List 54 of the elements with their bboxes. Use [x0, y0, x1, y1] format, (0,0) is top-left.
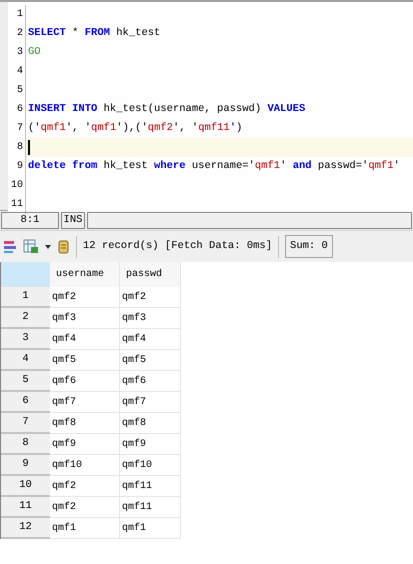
table-cell: qmf10	[120, 455, 181, 476]
insert-mode-indicator: INS	[61, 212, 85, 229]
line-number: 8	[8, 138, 26, 157]
column-header: passwd	[120, 262, 181, 287]
column-header: username	[50, 262, 120, 287]
text-cursor	[28, 140, 30, 155]
row-header: 11	[1, 497, 50, 518]
script-icon[interactable]	[57, 240, 70, 254]
row-header: 12	[1, 518, 50, 539]
row-header: 10	[1, 476, 50, 497]
dropdown-caret-icon[interactable]	[45, 244, 51, 248]
table-cell: qmf5	[120, 350, 181, 371]
table-cell: qmf10	[50, 455, 120, 476]
table-cell: qmf1	[50, 518, 120, 539]
table-cell: qmf2	[50, 287, 120, 308]
table-cell: qmf5	[50, 350, 120, 371]
table-cell: qmf8	[120, 413, 181, 434]
sum-indicator: Sum: 0	[285, 234, 333, 258]
grid-layout-icon[interactable]	[3, 240, 17, 254]
row-header: 6	[1, 392, 50, 413]
table-cell: qmf9	[120, 434, 181, 455]
table-cell: qmf8	[50, 413, 120, 434]
table-cell: qmf3	[120, 308, 181, 329]
table-cell: qmf4	[120, 329, 181, 350]
row-header: 4	[1, 350, 50, 371]
row-header: 3	[1, 329, 50, 350]
table-cell: qmf2	[50, 497, 120, 518]
row-header: 9	[1, 455, 50, 476]
table-cell: qmf2	[120, 287, 181, 308]
row-header: 2	[1, 308, 50, 329]
table-cell: qmf11	[120, 497, 181, 518]
code-line: GO	[28, 44, 41, 60]
row-header: 5	[1, 371, 50, 392]
code-line: SELECT * FROM hk_test	[28, 26, 160, 41]
table-cell: qmf1	[120, 518, 181, 539]
code-line: ('qmf1', 'qmf1'),('qmf2', 'qmf11')	[28, 120, 242, 136]
table-cell: qmf7	[50, 392, 120, 413]
row-header: 1	[1, 287, 50, 308]
table-cell: qmf6	[120, 371, 181, 392]
table-cell: qmf9	[50, 434, 120, 455]
code-line: INSERT INTO hk_test(username, passwd) VALUES	[28, 102, 306, 117]
table-cell: qmf11	[120, 476, 181, 497]
record-count-text: 12 record(s) [Fetch Data: 0ms]	[83, 238, 272, 254]
row-header: 8	[1, 434, 50, 455]
row-header: 7	[1, 413, 50, 434]
cursor-position: 8:1	[1, 212, 59, 229]
table-cell: qmf3	[50, 308, 120, 329]
grid-corner	[1, 262, 50, 287]
table-cell: qmf7	[120, 392, 181, 413]
table-cell: qmf4	[50, 329, 120, 350]
code-line: delete from hk_test where username='qmf1' and passwd='qmf1'	[28, 158, 400, 174]
spreadsheet-export-icon[interactable]	[23, 239, 39, 254]
table-cell: qmf6	[50, 371, 120, 392]
table-cell: qmf2	[50, 476, 120, 497]
